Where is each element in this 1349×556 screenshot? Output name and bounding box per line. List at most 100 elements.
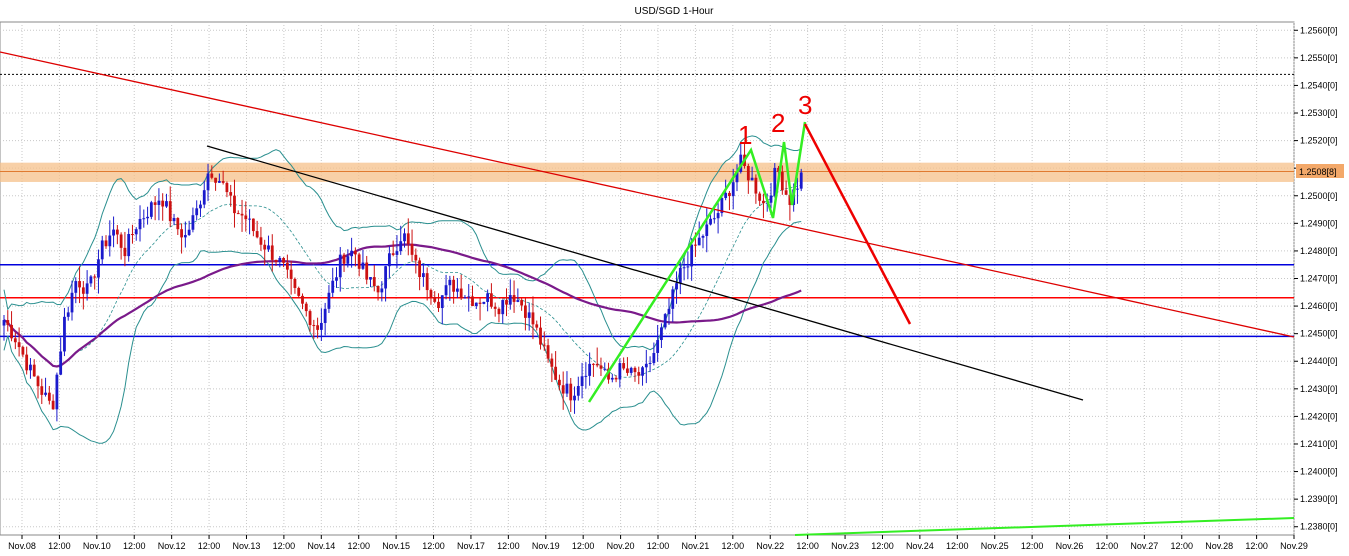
candle-body bbox=[127, 233, 131, 257]
x-tick-label: Nov.15 bbox=[382, 541, 410, 551]
candle-body bbox=[165, 201, 168, 207]
candle-body bbox=[588, 363, 592, 376]
x-tick-label: Nov.20 bbox=[607, 541, 635, 551]
candle-body bbox=[376, 286, 380, 293]
candle-body bbox=[312, 325, 316, 327]
candle-body bbox=[705, 224, 709, 236]
candle-body bbox=[573, 395, 576, 401]
candle-body bbox=[263, 244, 267, 250]
candle-body bbox=[365, 262, 369, 280]
candle-body bbox=[554, 366, 558, 380]
candle-body bbox=[236, 213, 240, 215]
candle-body bbox=[17, 342, 21, 348]
candle-body bbox=[278, 258, 282, 262]
candle-body bbox=[369, 277, 372, 280]
x-tick-label: 12:00 bbox=[123, 541, 146, 551]
candle-body bbox=[40, 386, 44, 395]
candle-body bbox=[361, 262, 365, 269]
candle-body bbox=[149, 202, 153, 217]
candle-body bbox=[221, 181, 225, 183]
x-tick-label: 12:00 bbox=[647, 541, 670, 551]
candle-body bbox=[501, 300, 505, 315]
candle-body bbox=[599, 365, 603, 369]
x-tick-label: Nov.17 bbox=[457, 541, 485, 551]
candle-body bbox=[433, 297, 437, 302]
candle-body bbox=[403, 233, 406, 242]
candle-body bbox=[274, 259, 278, 262]
x-tick-label: 12:00 bbox=[497, 541, 520, 551]
candle-body bbox=[697, 237, 701, 246]
candle-body bbox=[784, 190, 788, 195]
candle-body bbox=[308, 311, 312, 326]
candle-body bbox=[134, 229, 138, 235]
candle-body bbox=[569, 383, 573, 401]
candle-body bbox=[576, 386, 580, 396]
candle-body bbox=[399, 241, 403, 252]
y-tick-label: 1.2380[0] bbox=[1300, 522, 1338, 532]
candle-body bbox=[387, 253, 391, 267]
candle-body bbox=[233, 195, 236, 214]
x-tick-label: Nov.14 bbox=[307, 541, 335, 551]
candle-body bbox=[104, 240, 108, 247]
y-tick-label: 1.2400[0] bbox=[1300, 467, 1338, 477]
candle-body bbox=[353, 250, 357, 255]
price-chart[interactable]: USD/SGD 1-Hour 1 2 3 1.2560[0]1.2550[0]1… bbox=[0, 0, 1349, 556]
y-tick-label: 1.2390[0] bbox=[1300, 494, 1338, 504]
candle-body bbox=[372, 277, 376, 287]
x-tick-label: Nov.13 bbox=[233, 541, 261, 551]
wave-label-1: 1 bbox=[738, 120, 752, 150]
candle-body bbox=[289, 269, 293, 279]
candle-body bbox=[357, 254, 361, 269]
candle-body bbox=[301, 295, 304, 304]
y-tick-label: 1.2440[0] bbox=[1300, 356, 1338, 366]
candle-body bbox=[478, 302, 482, 304]
candle-body bbox=[29, 364, 32, 371]
y-tick-label: 1.2450[0] bbox=[1300, 329, 1338, 339]
candle-body bbox=[622, 363, 626, 369]
candle-body bbox=[331, 280, 335, 293]
candle-body bbox=[346, 256, 350, 264]
candle-body bbox=[6, 320, 10, 325]
candle-body bbox=[270, 245, 274, 260]
x-tick-label: 12:00 bbox=[198, 541, 221, 551]
candle-body bbox=[539, 327, 542, 345]
candle-body bbox=[47, 392, 51, 401]
x-tick-label: 12:00 bbox=[796, 541, 819, 551]
candle-body bbox=[214, 177, 217, 183]
candle-body bbox=[59, 351, 63, 375]
candle-body bbox=[323, 308, 327, 324]
x-tick-label: 12:00 bbox=[1245, 541, 1268, 551]
candle-body bbox=[2, 320, 6, 326]
candle-body bbox=[21, 347, 25, 355]
candle-body bbox=[686, 266, 690, 268]
x-tick-label: 12:00 bbox=[1096, 541, 1119, 551]
candle-body bbox=[429, 290, 433, 298]
candle-body bbox=[78, 281, 81, 288]
candle-body bbox=[316, 325, 319, 330]
candle-body bbox=[217, 181, 221, 183]
wave-label-3: 3 bbox=[798, 90, 812, 120]
candle-body bbox=[482, 301, 486, 304]
candle-body bbox=[633, 367, 637, 373]
y-tick-label: 1.2520[0] bbox=[1300, 136, 1338, 146]
candle-body bbox=[682, 267, 686, 269]
candle-body bbox=[762, 200, 765, 204]
candle-body bbox=[13, 338, 17, 343]
candle-body bbox=[251, 218, 255, 232]
candle-body bbox=[206, 173, 210, 191]
candle-body bbox=[678, 267, 682, 284]
candle-body bbox=[297, 287, 301, 296]
candle-body bbox=[656, 340, 660, 353]
candle-body bbox=[644, 363, 648, 368]
candle-body bbox=[667, 308, 671, 315]
candle-body bbox=[580, 376, 584, 387]
candle-body bbox=[448, 279, 452, 286]
x-tick-label: 12:00 bbox=[422, 541, 445, 551]
candle-body bbox=[131, 233, 134, 235]
candle-body bbox=[85, 283, 89, 294]
y-tick-label: 1.2550[0] bbox=[1300, 53, 1338, 63]
candle-body bbox=[520, 300, 524, 306]
candle-body bbox=[780, 172, 784, 191]
x-tick-label: 12:00 bbox=[273, 541, 296, 551]
candle-body bbox=[546, 345, 550, 359]
